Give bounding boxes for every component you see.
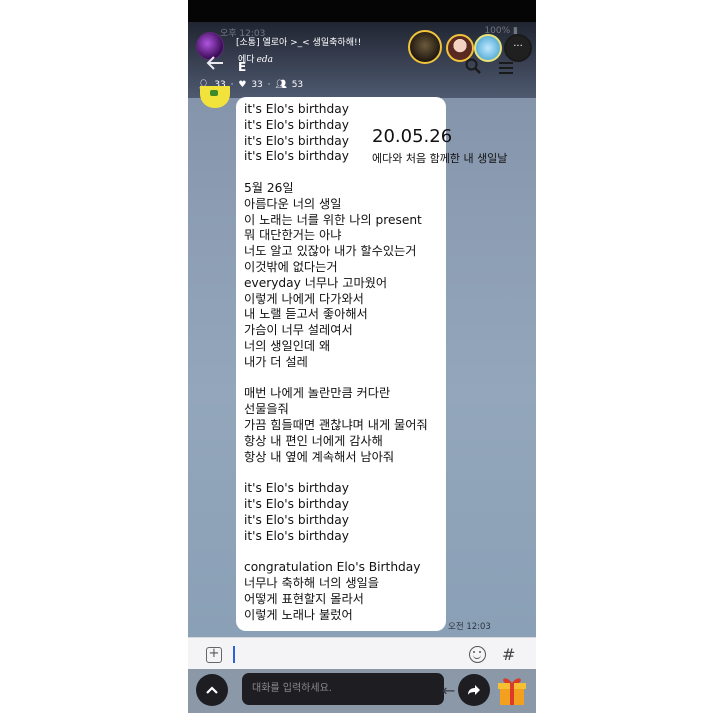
message-input[interactable]: 대화를 입력하세요. bbox=[242, 673, 444, 705]
bottom-bar: 대화를 입력하세요. ← bbox=[188, 669, 536, 713]
emoji-icon[interactable] bbox=[469, 646, 486, 663]
caption-text: 에다와 처음 함께한 내 생일날 bbox=[372, 152, 508, 165]
people-icon: 👥︎ bbox=[275, 80, 287, 90]
heart-icon: ♥ bbox=[238, 80, 247, 90]
header-letter: E bbox=[238, 60, 247, 74]
more-members-button[interactable]: ··· bbox=[504, 34, 532, 62]
arrow-left-icon: ← bbox=[442, 681, 456, 700]
message-bubble[interactable]: it's Elo's birthday it's Elo's birthday … bbox=[236, 97, 446, 631]
subtitle-english: eda bbox=[256, 55, 274, 65]
back-arrow-icon[interactable] bbox=[206, 56, 226, 72]
room-title: [소통] 엘로아 >_< 생일축하해!! bbox=[236, 38, 362, 48]
message-text: it's Elo's birthday it's Elo's birthday … bbox=[244, 102, 428, 622]
member-avatar[interactable] bbox=[408, 30, 442, 64]
menu-icon[interactable] bbox=[498, 60, 514, 74]
likes-count: 33 bbox=[251, 80, 263, 90]
share-icon[interactable] bbox=[458, 674, 490, 706]
plus-icon[interactable]: + bbox=[206, 647, 222, 663]
chevron-up-icon[interactable] bbox=[196, 674, 228, 706]
hash-icon[interactable]: # bbox=[502, 645, 515, 664]
gift-icon[interactable] bbox=[496, 673, 528, 707]
phone-screen: 오후 12:03 100% ▮ [소통] 엘로아 >_< 생일축하해!! 에다 e… bbox=[188, 0, 536, 713]
text-cursor bbox=[233, 646, 235, 663]
input-toolbar: + # bbox=[188, 637, 536, 669]
caption-date: 20.05.26 bbox=[372, 126, 453, 147]
friends-count: 53 bbox=[291, 80, 304, 90]
message-time: 오전 12:03 bbox=[448, 622, 491, 632]
top-black-area bbox=[188, 0, 536, 22]
search-icon[interactable] bbox=[465, 58, 481, 74]
